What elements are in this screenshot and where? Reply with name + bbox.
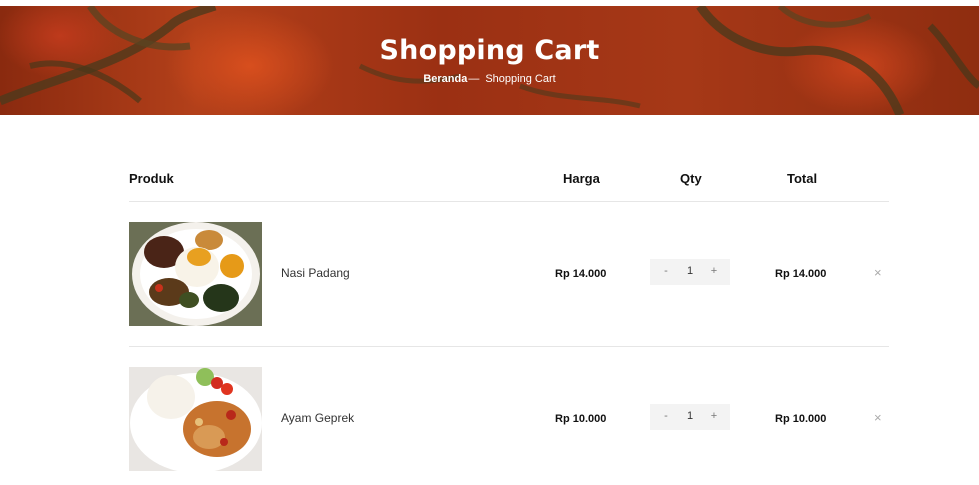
product-name[interactable]: Nasi Padang	[281, 266, 350, 280]
qty-decrease-button[interactable]: -	[661, 265, 671, 277]
breadcrumb-home-link[interactable]: Beranda	[423, 73, 467, 85]
line-total: Rp 10.000	[775, 413, 827, 425]
column-header-qty: Qty	[680, 171, 702, 186]
page-title: Shopping Cart	[379, 35, 600, 66]
remove-item-icon[interactable]: ×	[874, 265, 882, 280]
qty-value[interactable]: 1	[684, 410, 696, 422]
column-header-price: Harga	[563, 171, 600, 186]
column-header-product: Produk	[129, 171, 174, 186]
qty-value[interactable]: 1	[684, 265, 696, 277]
line-total: Rp 14.000	[775, 268, 827, 280]
product-price: Rp 14.000	[555, 268, 607, 280]
qty-increase-button[interactable]: +	[709, 410, 719, 422]
product-name[interactable]: Ayam Geprek	[281, 411, 354, 425]
row-divider	[129, 346, 889, 347]
product-image[interactable]	[129, 222, 262, 326]
column-header-total: Total	[787, 171, 818, 186]
breadcrumb-current: Shopping Cart	[485, 73, 556, 85]
breadcrumb: Beranda— Shopping Cart	[0, 73, 979, 85]
cart-row: Nasi Padang Rp 14.000 - 1 + Rp 14.000 ×	[0, 222, 979, 326]
qty-decrease-button[interactable]: -	[661, 410, 671, 422]
page-banner: Shopping Cart Beranda— Shopping Cart	[0, 6, 979, 115]
remove-item-icon[interactable]: ×	[874, 410, 882, 425]
nasi-padang-photo	[129, 222, 262, 326]
quantity-stepper: - 1 +	[650, 404, 730, 430]
product-image[interactable]	[129, 367, 262, 471]
breadcrumb-separator: —	[468, 73, 480, 85]
header-divider	[129, 201, 889, 202]
ayam-geprek-photo	[129, 367, 262, 471]
cart-row: Ayam Geprek Rp 10.000 - 1 + Rp 10.000 ×	[0, 367, 979, 471]
product-price: Rp 10.000	[555, 413, 607, 425]
qty-increase-button[interactable]: +	[709, 265, 719, 277]
quantity-stepper: - 1 +	[650, 259, 730, 285]
